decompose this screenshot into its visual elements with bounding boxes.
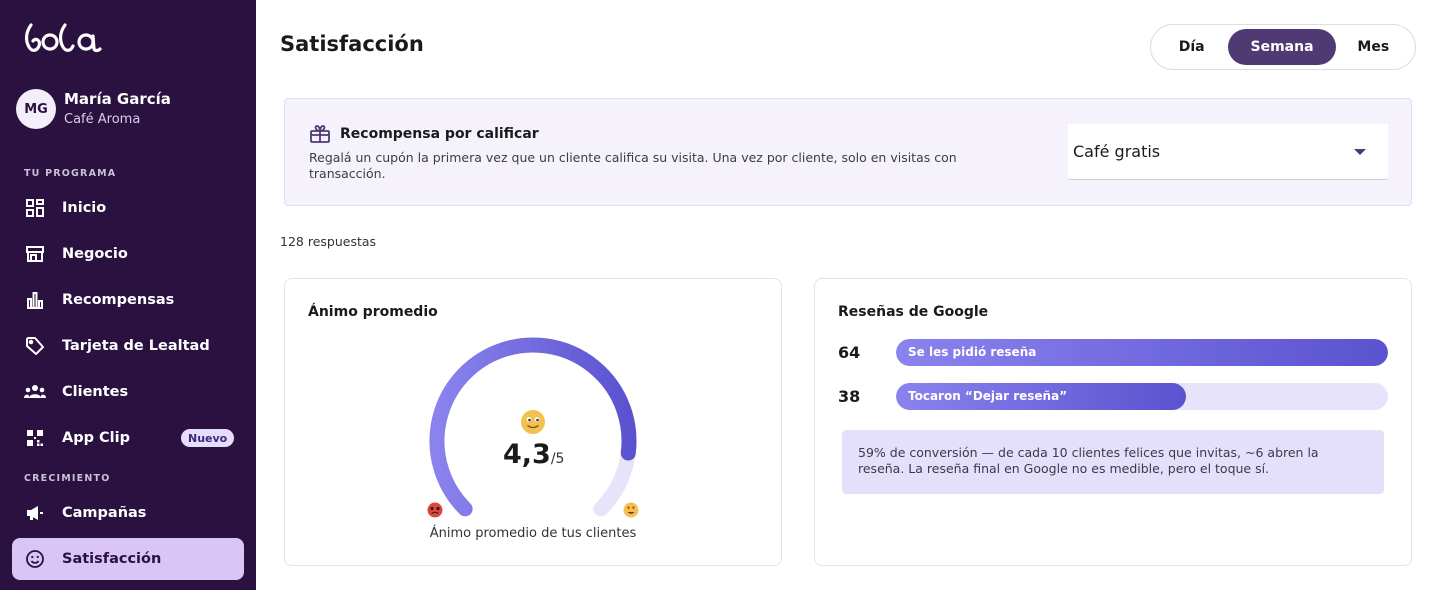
new-badge: Nuevo (181, 429, 235, 447)
sidebar: MG María García Café Aroma TU PROGRAMA I… (0, 0, 256, 590)
tapped-bar-label: Tocaron “Dejar reseña” (908, 389, 1068, 403)
people-icon (24, 381, 46, 403)
user-profile[interactable]: MG María García Café Aroma (16, 89, 171, 129)
mood-score-value: 4,3 (503, 439, 551, 470)
store-icon (24, 243, 46, 265)
tag-icon (24, 335, 46, 357)
reward-title: Recompensa por calificar (340, 126, 539, 142)
sidebar-item-label: Negocio (62, 246, 128, 262)
sidebar-item-label: Inicio (62, 200, 107, 216)
section-label-program: TU PROGRAMA (24, 168, 117, 179)
reward-select-value: Café gratis (1073, 142, 1161, 161)
asked-bar-track: Se les pidió reseña (896, 339, 1388, 366)
google-title: Reseñas de Google (838, 304, 989, 320)
reward-card: Recompensa por calificar Regalá un cupón… (284, 98, 1412, 206)
avatar: MG (16, 89, 56, 129)
asked-bar-label: Se les pidió reseña (908, 345, 1037, 359)
mood-score-max: /5 (550, 451, 565, 467)
google-reviews-card: Reseñas de Google 64 Se les pidió reseña… (814, 278, 1412, 566)
user-name: María García (64, 90, 171, 108)
lola-logo[interactable] (24, 22, 108, 58)
sidebar-item-label: Satisfacción (62, 551, 162, 567)
smile-icon (24, 548, 46, 570)
sidebar-item-label: Recompensas (62, 292, 175, 308)
megaphone-icon (24, 502, 46, 524)
responses-count: 128 respuestas (280, 234, 377, 249)
sidebar-item-label: Campañas (62, 505, 147, 521)
reward-description: Regalá un cupón la primera vez que un cl… (309, 150, 957, 181)
tab-semana[interactable]: Semana (1228, 29, 1336, 65)
gift-icon (309, 123, 331, 149)
tapped-bar-track: Tocaron “Dejar reseña” (896, 383, 1388, 410)
tapped-count: 38 (838, 387, 861, 406)
sidebar-item-app-clip[interactable]: App Clip Nuevo (12, 417, 244, 459)
asked-count: 64 (838, 343, 861, 362)
period-switcher: Día Semana Mes (1150, 24, 1416, 70)
bar-chart-icon (24, 289, 46, 311)
mood-gauge (427, 337, 639, 518)
dashboard-icon (24, 197, 46, 219)
chevron-down-icon (1354, 149, 1366, 155)
sidebar-item-satisfaccion[interactable]: Satisfacción (12, 538, 244, 580)
tab-mes[interactable]: Mes (1336, 29, 1411, 65)
page-title: Satisfacción (280, 32, 424, 56)
section-label-growth: CRECIMIENTO (24, 473, 111, 484)
sidebar-item-clientes[interactable]: Clientes (12, 371, 244, 413)
sidebar-item-label: App Clip (62, 430, 130, 446)
sidebar-item-recompensas[interactable]: Recompensas (12, 279, 244, 321)
sidebar-item-label: Clientes (62, 384, 129, 400)
sidebar-item-negocio[interactable]: Negocio (12, 233, 244, 275)
sidebar-item-label: Tarjeta de Lealtad (62, 338, 210, 354)
conversion-note: 59% de conversión — de cada 10 clientes … (842, 430, 1384, 494)
sidebar-item-campanas[interactable]: Campañas (12, 492, 244, 534)
qr-icon (24, 427, 46, 449)
reward-select[interactable]: Café gratis (1068, 124, 1388, 180)
mood-card: Ánimo promedio 4,3/5 Ánimo promedio de t… (284, 278, 782, 566)
logo-wordmark (24, 23, 102, 53)
smiling-face-icon (521, 410, 545, 434)
user-business: Café Aroma (64, 112, 141, 127)
mood-caption: Ánimo promedio de tus clientes (429, 526, 637, 541)
sidebar-item-tarjeta[interactable]: Tarjeta de Lealtad (12, 325, 244, 367)
angry-face-icon (427, 502, 443, 518)
heart-eyes-face-icon (623, 502, 639, 518)
tab-dia[interactable]: Día (1155, 29, 1228, 65)
mood-score: 4,3/5 (503, 439, 564, 470)
sidebar-item-inicio[interactable]: Inicio (12, 187, 244, 229)
